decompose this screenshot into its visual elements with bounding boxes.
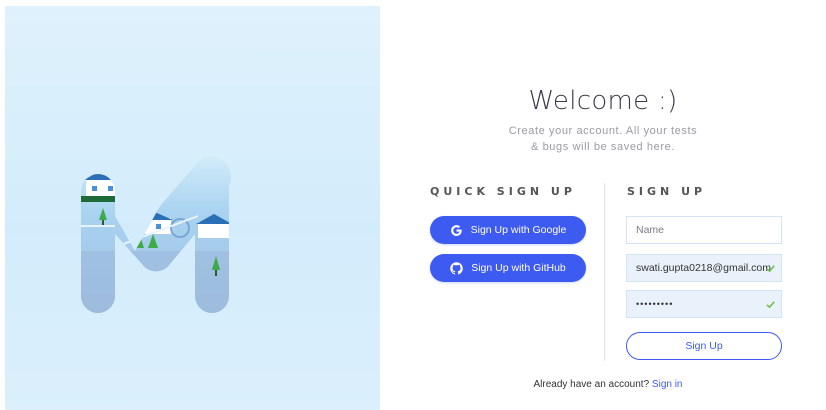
- google-signup-button[interactable]: Sign Up with Google: [430, 216, 586, 244]
- email-field[interactable]: swati.gupta0218@gmail.com: [626, 254, 782, 282]
- password-field[interactable]: •••••••••: [626, 290, 782, 318]
- check-icon: [766, 265, 775, 273]
- illustration-panel: [5, 6, 380, 410]
- signup-heading: SIGN UP: [627, 185, 707, 198]
- welcome-subtitle: Create your account. All your tests & bu…: [478, 123, 728, 155]
- password-value: •••••••••: [636, 299, 674, 309]
- github-signup-label: Sign Up with GitHub: [471, 262, 566, 274]
- quick-signup-heading: QUICK SIGN UP: [430, 185, 576, 198]
- column-divider: [604, 183, 605, 361]
- welcome-subtitle-line2: & bugs will be saved here.: [530, 141, 675, 153]
- google-signup-label: Sign Up with Google: [470, 224, 567, 236]
- google-icon: [450, 224, 462, 236]
- signin-link[interactable]: Sign in: [652, 379, 683, 390]
- welcome-title: Welcome :): [528, 86, 678, 116]
- signin-prompt: Already have an account? Sign in: [478, 379, 738, 390]
- signup-submit-button[interactable]: Sign Up: [626, 332, 782, 360]
- check-icon: [766, 301, 775, 309]
- brand-logo: [81, 156, 232, 314]
- email-value: swati.gupta0218@gmail.com: [636, 262, 771, 274]
- name-field[interactable]: Name: [626, 216, 782, 244]
- signin-prompt-text: Already have an account?: [533, 379, 650, 390]
- welcome-subtitle-line1: Create your account. All your tests: [508, 125, 698, 137]
- github-signup-button[interactable]: Sign Up with GitHub: [430, 254, 586, 282]
- github-icon: [450, 261, 464, 274]
